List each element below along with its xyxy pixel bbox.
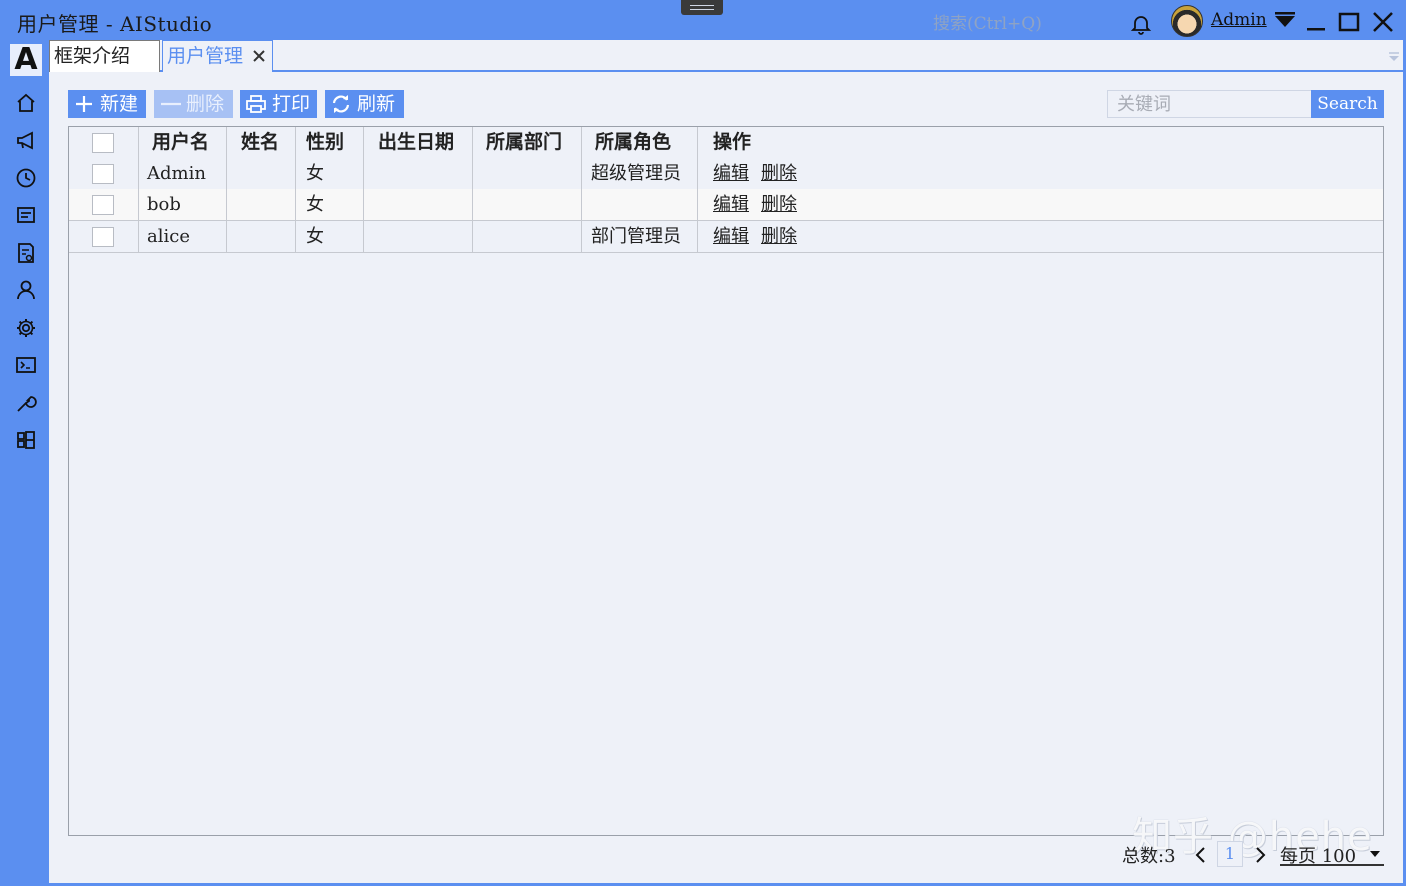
print-button-label: 打印: [272, 93, 311, 115]
bell-icon[interactable]: [1130, 13, 1152, 35]
title-bar[interactable]: 用户管理 - AIStudio 搜索(Ctrl+Q) Admin: [0, 0, 1406, 40]
delete-link[interactable]: 删除: [761, 226, 797, 247]
cell-sex: 女: [296, 221, 364, 252]
tab-label: 框架介绍: [54, 45, 131, 67]
cell-actions: 编辑 删除: [698, 221, 1383, 252]
message-icon[interactable]: [15, 204, 37, 226]
cell-birthdate: [364, 189, 473, 220]
table-row[interactable]: bob 女 编辑 删除: [69, 189, 1383, 221]
drag-handle[interactable]: [681, 0, 723, 15]
page-size-label: 每页 100: [1280, 846, 1357, 867]
keyword-input[interactable]: [1107, 90, 1312, 118]
cell-sex: 女: [296, 158, 364, 189]
user-name-link[interactable]: Admin: [1211, 10, 1267, 30]
main-content: 框架介绍 用户管理 新建 删除 打印 刷新 Search 用户名 姓名 性别 出…: [49, 40, 1403, 883]
column-header-birthdate[interactable]: 出生日期: [364, 127, 473, 158]
delete-link[interactable]: 删除: [761, 163, 797, 184]
new-button[interactable]: 新建: [68, 90, 146, 118]
user-icon[interactable]: [15, 279, 37, 301]
wrench-icon[interactable]: [15, 392, 37, 414]
cell-role: [582, 189, 698, 220]
column-header-department[interactable]: 所属部门: [473, 127, 582, 158]
tab-close-icon[interactable]: [252, 49, 266, 63]
app-logo: A: [10, 44, 42, 76]
megaphone-icon[interactable]: [15, 129, 37, 151]
tab-label: 用户管理: [167, 45, 244, 67]
pager-current-page[interactable]: 1: [1217, 841, 1243, 867]
plus-icon: [76, 96, 92, 112]
search-button[interactable]: Search: [1311, 90, 1384, 118]
cell-birthdate: [364, 158, 473, 189]
chevron-right-icon[interactable]: [1254, 846, 1268, 864]
select-all-checkbox[interactable]: [92, 133, 114, 153]
refresh-icon: [332, 95, 350, 113]
tab-menu-icon[interactable]: [1387, 51, 1401, 63]
column-header-username[interactable]: 用户名: [139, 127, 227, 158]
cell-name: [227, 221, 296, 252]
apps-icon[interactable]: [15, 429, 37, 451]
row-checkbox[interactable]: [92, 195, 114, 215]
terminal-icon[interactable]: [15, 354, 37, 376]
column-header-name[interactable]: 姓名: [227, 127, 296, 158]
tab-framework-intro[interactable]: 框架介绍: [49, 40, 160, 72]
cell-name: [227, 158, 296, 189]
header-select-all[interactable]: [69, 127, 139, 158]
page-size-select[interactable]: 每页 100: [1280, 842, 1384, 867]
column-header-role[interactable]: 所属角色: [582, 127, 698, 158]
table-row[interactable]: alice 女 部门管理员 编辑 删除: [69, 221, 1383, 253]
printer-icon: [246, 95, 266, 113]
cell-username: Admin: [139, 158, 227, 189]
delete-button[interactable]: 删除: [154, 90, 233, 118]
cell-username: alice: [139, 221, 227, 252]
global-search-box[interactable]: 搜索(Ctrl+Q): [933, 9, 1042, 34]
row-select-cell[interactable]: [69, 189, 139, 220]
cell-department: [473, 158, 582, 189]
cell-actions: 编辑 删除: [698, 189, 1383, 220]
cell-role: 超级管理员: [582, 158, 698, 189]
clock-icon[interactable]: [15, 167, 37, 189]
delete-button-label: 删除: [186, 93, 225, 115]
cell-actions: 编辑 删除: [698, 158, 1383, 189]
sidebar: A: [0, 40, 49, 886]
minus-icon: [161, 102, 181, 106]
refresh-button[interactable]: 刷新: [325, 90, 404, 118]
edit-link[interactable]: 编辑: [713, 163, 749, 184]
cell-username: bob: [139, 189, 227, 220]
row-checkbox[interactable]: [92, 164, 114, 184]
caret-down-icon: [1370, 851, 1380, 857]
print-button[interactable]: 打印: [240, 90, 317, 118]
close-icon[interactable]: [1372, 11, 1394, 33]
tab-user-management[interactable]: 用户管理: [162, 40, 273, 72]
minimize-icon[interactable]: [1306, 14, 1326, 32]
edit-link[interactable]: 编辑: [713, 194, 749, 215]
gear-icon[interactable]: [15, 317, 37, 339]
delete-link[interactable]: 删除: [761, 194, 797, 215]
column-header-actions: 操作: [713, 131, 752, 153]
cell-sex: 女: [296, 189, 364, 220]
chevron-left-icon[interactable]: [1193, 846, 1207, 864]
home-icon[interactable]: [15, 92, 37, 114]
cell-name: [227, 189, 296, 220]
cell-birthdate: [364, 221, 473, 252]
column-header-sex[interactable]: 性别: [296, 127, 364, 158]
table-header-row: 用户名 姓名 性别 出生日期 所属部门 所属角色 操作: [69, 127, 1383, 159]
caret-down-icon[interactable]: [1274, 12, 1296, 28]
user-table: 用户名 姓名 性别 出生日期 所属部门 所属角色 操作 Admin 女 超级管理…: [68, 126, 1384, 836]
user-avatar[interactable]: [1171, 5, 1203, 37]
window-title: 用户管理 - AIStudio: [17, 12, 213, 36]
row-select-cell[interactable]: [69, 221, 139, 252]
new-button-label: 新建: [100, 93, 139, 115]
cell-department: [473, 189, 582, 220]
row-select-cell[interactable]: [69, 158, 139, 189]
tab-strip: 框架介绍 用户管理: [49, 40, 1403, 72]
document-icon[interactable]: [15, 242, 37, 264]
edit-link[interactable]: 编辑: [713, 226, 749, 247]
table-row[interactable]: Admin 女 超级管理员 编辑 删除: [69, 158, 1383, 190]
cell-role: 部门管理员: [582, 221, 698, 252]
refresh-button-label: 刷新: [357, 93, 396, 115]
row-checkbox[interactable]: [92, 227, 114, 247]
cell-department: [473, 221, 582, 252]
pager-total: 总数:3: [1122, 846, 1176, 867]
maximize-icon[interactable]: [1338, 12, 1360, 32]
